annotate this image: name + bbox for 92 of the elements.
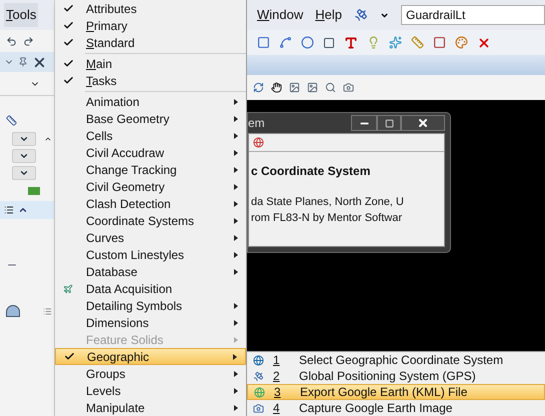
check-icon [62,3,74,14]
expand-button[interactable] [12,148,36,162]
menu-item[interactable]: Civil Accudraw [55,144,246,161]
ruler-icon[interactable] [411,36,424,49]
pin-icon[interactable] [18,57,28,67]
minimize-button[interactable] [351,115,377,131]
check-icon [64,351,74,362]
submenu-arrow-icon [234,218,238,224]
expand-button[interactable] [12,132,36,146]
menu-item[interactable]: Attributes [55,0,246,17]
submenu-arrow-icon [234,370,238,376]
dialog-text: da State Planes, North Zone, U [251,195,405,210]
satellite-icon[interactable] [252,370,264,382]
submenu-arrow-icon [234,132,238,138]
menu-item[interactable]: Clash Detection [55,195,246,212]
check-icon [62,20,74,31]
submenu-arrow-icon [234,302,238,308]
submenu-arrow-icon [234,252,238,258]
menu-item[interactable]: 2 Global Positioning System (GPS) [247,368,545,384]
check-icon [62,58,74,69]
dialog-title: em [248,115,265,132]
camera-icon[interactable] [252,402,264,414]
menu-item[interactable]: 3 Export Google Earth (KML) File [247,384,545,400]
list-icon[interactable] [4,205,14,215]
menu-item[interactable]: Primary [55,17,246,34]
palette-icon[interactable] [455,36,468,49]
model-field[interactable]: GuardrailLt [401,5,545,25]
menu-item[interactable]: Geographic [55,348,246,365]
menu-item[interactable]: Standard [55,34,246,51]
submenu-arrow-icon [234,404,238,410]
maximize-icon [384,118,394,128]
hand-icon[interactable] [271,82,282,93]
menu-item[interactable]: Levels [55,382,246,399]
submenu-arrow-icon [234,320,238,326]
submenu-arrow-icon [234,336,238,342]
menu-item[interactable]: Groups [55,365,246,382]
submenu-arrow-icon [234,116,238,122]
submenu-arrow-icon [234,388,238,394]
menu-item[interactable]: Database [55,263,246,280]
check-icon [62,37,74,48]
circle-icon[interactable] [301,36,314,49]
submenu-arrow-icon [234,166,238,172]
image-icon[interactable] [289,82,300,93]
menu-item[interactable]: 1 Select Geographic Coordinate System [247,352,545,368]
menu-item[interactable]: Change Tracking [55,161,246,178]
menu-item[interactable]: Animation [55,93,246,110]
menu-item[interactable]: Curves [55,229,246,246]
close-icon [417,117,429,129]
globe-icon[interactable] [252,354,264,366]
toolbar-icon[interactable] [354,8,368,22]
search-icon[interactable] [325,82,336,93]
rectangle-icon[interactable] [257,36,270,49]
text-icon[interactable] [344,36,358,50]
menu-item[interactable]: Detailing Symbols [55,297,246,314]
close-button[interactable] [401,115,445,131]
undo-icon[interactable] [6,36,17,46]
menu-title[interactable]: Help [315,5,342,25]
submenu-arrow-icon [234,200,238,206]
menu-item[interactable]: Manipulate [55,399,246,416]
menu-item[interactable]: 4 Capture Google Earth Image [247,400,545,416]
menu-item[interactable]: Civil Geometry [55,178,246,195]
dome-icon[interactable] [6,305,20,317]
menu-item[interactable]: Dimensions [55,314,246,331]
menu-item[interactable]: Tasks [55,72,246,89]
check-icon [62,75,74,86]
redo-icon[interactable] [23,36,34,46]
menu-item[interactable]: Coordinate Systems [55,212,246,229]
arc-icon[interactable] [279,36,292,49]
menu-item[interactable]: Base Geometry [55,110,246,127]
submenu-arrow-icon [233,354,237,360]
dialog-text: rom FL83-N by Mentor Softwar [251,211,403,226]
submenu-arrow-icon [234,150,238,156]
camera-icon[interactable] [343,82,354,93]
submenu-arrow-icon [234,268,238,274]
submenu-arrow-icon [234,234,238,240]
menu-item[interactable]: Cells [55,127,246,144]
expand-button[interactable] [12,166,36,180]
maximize-button[interactable] [377,115,401,131]
menu-item[interactable]: Data Acquisition [55,280,246,297]
close-icon[interactable] [477,36,491,50]
menu-title[interactable]: Tools [4,3,38,27]
menu-item[interactable]: Main [55,55,246,72]
refresh-icon[interactable] [253,82,264,93]
dialog-heading: c Coordinate System [250,163,372,180]
collapse-icon[interactable] [18,205,28,215]
menu-title[interactable]: Window [257,5,304,25]
submenu-arrow-icon [234,184,238,190]
image-icon[interactable] [307,82,318,93]
menu-item[interactable]: Custom Linestyles [55,246,246,263]
globe-icon[interactable] [253,137,264,148]
sparkle-icon[interactable] [389,36,402,49]
submenu-arrow-icon [234,98,238,104]
